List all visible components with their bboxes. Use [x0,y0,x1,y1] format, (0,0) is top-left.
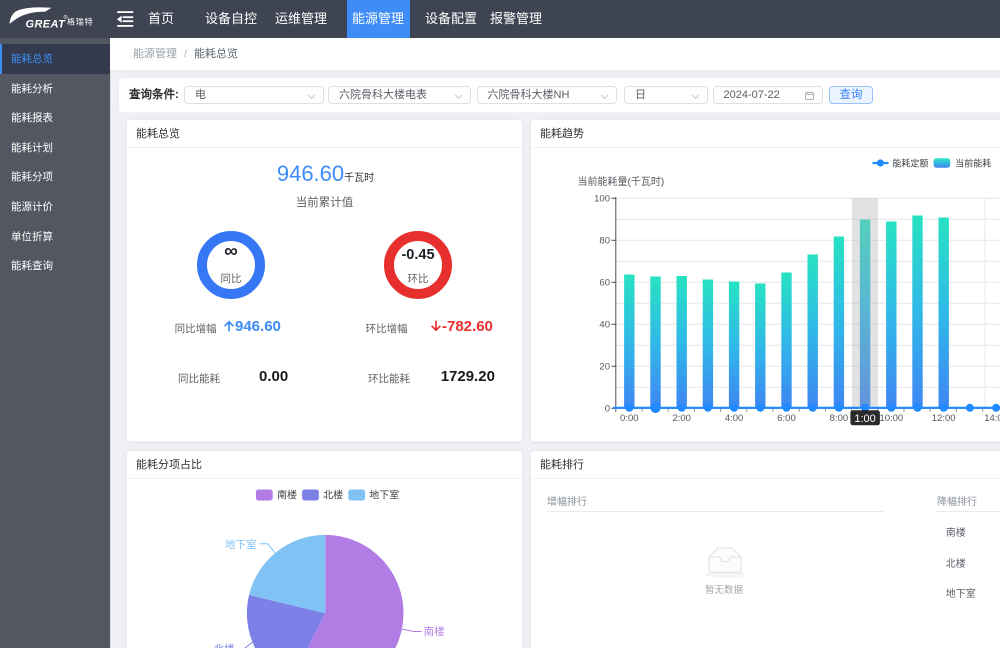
svg-text:80: 80 [599,236,610,247]
svg-text:北楼: 北楼 [323,489,343,502]
svg-text:40: 40 [599,320,610,331]
svg-text:当前能耗量(千瓦时): 当前能耗量(千瓦时) [578,175,665,188]
svg-text:20: 20 [599,362,610,373]
svg-text:60: 60 [599,278,610,289]
svg-text:格瑞特: 格瑞特 [67,17,93,27]
svg-text:12:00: 12:00 [932,413,956,424]
svg-text:0:00: 0:00 [620,413,639,424]
svg-text:地下室: 地下室 [225,538,257,551]
svg-text:北楼: 北楼 [214,643,235,648]
svg-text:当前能耗: 当前能耗 [955,157,991,168]
svg-text:4:00: 4:00 [725,413,744,424]
svg-text:南楼: 南楼 [277,489,297,502]
svg-text:能耗定额: 能耗定额 [893,157,929,168]
svg-text:6:00: 6:00 [777,413,796,424]
svg-text:1:00: 1:00 [854,413,875,425]
svg-text:8:00: 8:00 [830,413,849,424]
svg-text:100: 100 [594,194,610,205]
svg-text:14:00: 14:00 [984,413,1000,424]
svg-text:地下室: 地下室 [369,489,399,502]
svg-text:10:00: 10:00 [879,413,903,424]
svg-text:0: 0 [605,404,610,415]
svg-text:GREAT: GREAT [26,19,67,31]
svg-text:南楼: 南楼 [424,625,445,638]
svg-text:2:00: 2:00 [672,413,691,424]
